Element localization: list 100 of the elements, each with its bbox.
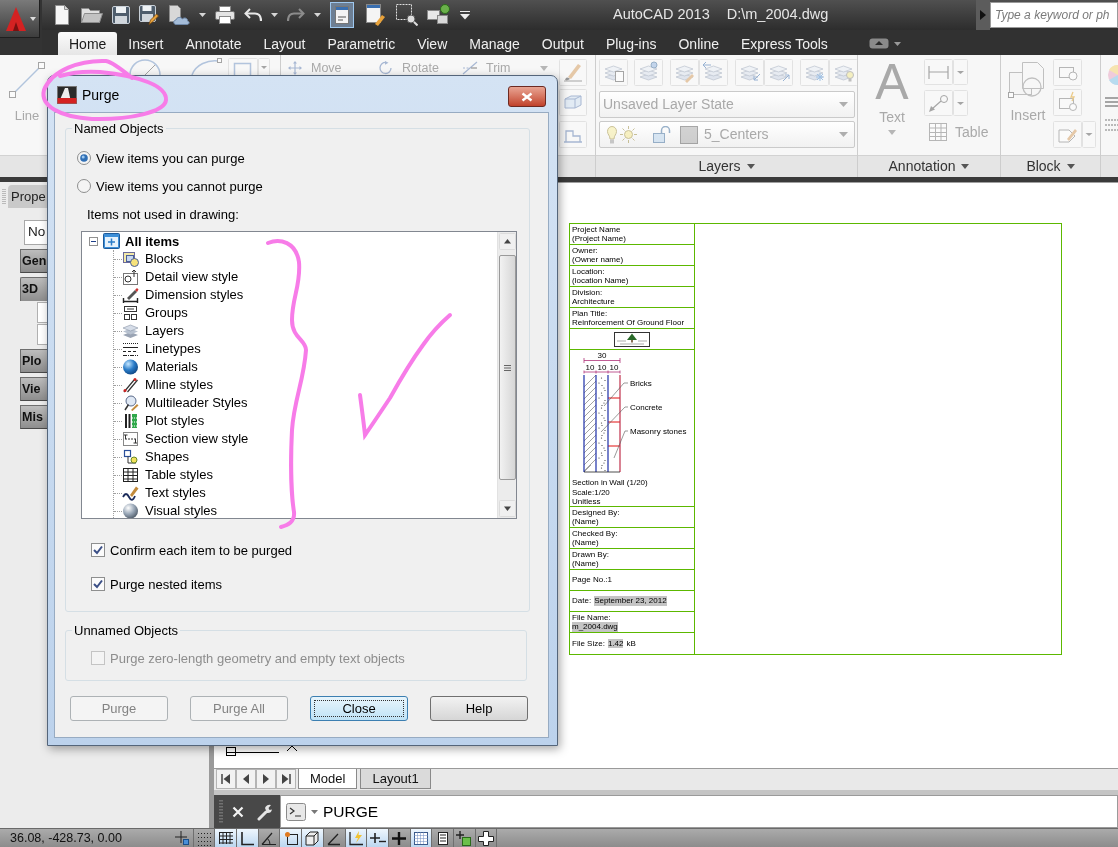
app-menu-button[interactable] bbox=[0, 0, 40, 38]
help-button[interactable]: Help bbox=[430, 696, 528, 721]
block-text: Architecture bbox=[572, 297, 615, 307]
radio-label[interactable]: View items you cannot purge bbox=[96, 178, 263, 194]
menu-caret-icon[interactable] bbox=[460, 10, 470, 20]
caret-icon bbox=[29, 16, 36, 21]
caret-icon bbox=[888, 130, 896, 135]
command-prompt-icon bbox=[286, 802, 306, 821]
status-toggle-button[interactable] bbox=[280, 829, 303, 847]
category-header[interactable]: Plo bbox=[20, 349, 47, 373]
tree-item[interactable]: Plot styles bbox=[122, 413, 205, 429]
open-folder-icon[interactable] bbox=[81, 6, 103, 24]
search-field[interactable]: Type a keyword or ph bbox=[990, 2, 1118, 28]
tree-item[interactable]: Layers bbox=[122, 323, 185, 339]
redo-icon[interactable] bbox=[287, 8, 305, 22]
zoom-window-icon[interactable] bbox=[396, 4, 418, 26]
dimension-text: 10 bbox=[609, 362, 619, 372]
first-page-icon[interactable] bbox=[216, 769, 236, 789]
palette-title-tab[interactable]: Prope bbox=[8, 185, 47, 208]
scroll-up-icon[interactable] bbox=[498, 233, 516, 250]
checkbox-label[interactable]: Confirm each item to be purged bbox=[110, 542, 293, 558]
sun-icon bbox=[620, 126, 637, 143]
checkbox-label[interactable]: Purge nested items bbox=[110, 576, 222, 592]
checkbox[interactable] bbox=[91, 543, 105, 557]
status-toggle-button[interactable] bbox=[367, 829, 389, 847]
wrench-icon[interactable] bbox=[256, 802, 274, 821]
command-line-field[interactable]: PURGE bbox=[280, 795, 1118, 828]
status-toggle-button[interactable] bbox=[345, 829, 368, 847]
scroll-down-icon[interactable] bbox=[498, 500, 516, 517]
status-toggle-button[interactable] bbox=[475, 829, 498, 847]
category-header[interactable]: Gen bbox=[20, 249, 47, 273]
tree-item[interactable]: Linetypes bbox=[122, 341, 201, 357]
tree-item[interactable]: All items bbox=[103, 233, 180, 249]
dimension-line bbox=[583, 370, 621, 374]
collapse-icon[interactable] bbox=[89, 236, 98, 246]
status-toggle-button[interactable] bbox=[410, 829, 433, 847]
status-toggle-button[interactable] bbox=[215, 829, 238, 847]
tree-item[interactable]: Multileader Styles bbox=[122, 395, 248, 411]
scrollbar[interactable] bbox=[497, 232, 516, 518]
new-file-icon[interactable] bbox=[52, 5, 72, 25]
dimension-icon bbox=[122, 287, 139, 303]
save-icon[interactable] bbox=[112, 6, 130, 24]
radio-button[interactable] bbox=[77, 179, 91, 193]
window-close-button[interactable] bbox=[508, 86, 546, 107]
category-header[interactable]: Mis bbox=[20, 405, 47, 429]
tree-item[interactable]: Dimension styles bbox=[122, 287, 244, 303]
checkbox[interactable] bbox=[91, 577, 105, 591]
grip-icon[interactable] bbox=[219, 799, 223, 824]
window-brush-icon[interactable] bbox=[363, 2, 387, 28]
next-icon[interactable] bbox=[256, 769, 276, 789]
layout-tab[interactable]: Layout1 bbox=[360, 769, 431, 789]
workspace-window-icon[interactable] bbox=[330, 2, 354, 28]
tree-item[interactable]: Section view style bbox=[122, 431, 249, 447]
close-icon[interactable] bbox=[232, 805, 244, 818]
logo-picture bbox=[614, 331, 650, 347]
tree-item[interactable]: Shapes bbox=[122, 449, 190, 465]
category-header[interactable]: 3D bbox=[20, 277, 47, 301]
block-icon bbox=[122, 251, 139, 267]
linetype-icon bbox=[122, 341, 139, 357]
caret-icon[interactable] bbox=[314, 13, 321, 17]
close-button[interactable]: Close bbox=[310, 696, 408, 721]
caret-icon[interactable] bbox=[199, 13, 206, 17]
caret-icon[interactable] bbox=[893, 41, 901, 46]
caret-icon[interactable] bbox=[271, 13, 278, 17]
group-label: Named Objects bbox=[73, 121, 165, 136]
radio-label[interactable]: View items you can purge bbox=[96, 150, 245, 166]
model-tab[interactable]: Model bbox=[298, 769, 358, 789]
save-as-icon[interactable] bbox=[139, 5, 159, 25]
tree-item[interactable]: Text styles bbox=[122, 485, 206, 501]
status-toggle-button[interactable] bbox=[302, 829, 324, 847]
print-icon[interactable] bbox=[215, 6, 235, 24]
undo-icon[interactable] bbox=[244, 8, 262, 22]
open-lock-icon bbox=[653, 126, 671, 143]
last-page-icon[interactable] bbox=[276, 769, 296, 789]
scrollbar-thumb[interactable] bbox=[498, 255, 516, 480]
status-toggle-button[interactable] bbox=[237, 829, 259, 847]
block-text: (Project Name) bbox=[572, 234, 626, 244]
tree-item[interactable]: Visual styles bbox=[122, 503, 217, 518]
previous-icon[interactable] bbox=[236, 769, 256, 789]
status-toggle-button[interactable] bbox=[172, 829, 194, 847]
radio-button[interactable] bbox=[77, 151, 91, 165]
tree-item[interactable]: Detail view style bbox=[122, 269, 239, 285]
tree-item[interactable]: Groups bbox=[122, 305, 188, 321]
screens-dot-icon[interactable] bbox=[427, 4, 451, 26]
cloud-document-icon[interactable] bbox=[168, 5, 190, 25]
layers-icon bbox=[122, 323, 139, 339]
tree-item[interactable]: Blocks bbox=[122, 251, 184, 267]
caret-icon bbox=[746, 164, 755, 169]
ribbon-toggle-icon[interactable] bbox=[868, 38, 889, 49]
tree-item[interactable]: Materials bbox=[122, 359, 198, 375]
selection-dropdown[interactable]: No bbox=[24, 220, 47, 245]
status-toggle-button[interactable] bbox=[453, 829, 476, 847]
category-header[interactable]: Vie bbox=[20, 377, 47, 401]
tree-item[interactable]: Table styles bbox=[122, 467, 213, 483]
square-snap-icon bbox=[282, 830, 299, 846]
tree-item[interactable]: Mline styles bbox=[122, 377, 213, 393]
grip-icon[interactable] bbox=[2, 188, 6, 205]
detail-view-icon bbox=[122, 269, 139, 285]
outline-plus-icon bbox=[477, 830, 494, 846]
block-text: (Name) bbox=[572, 538, 599, 548]
